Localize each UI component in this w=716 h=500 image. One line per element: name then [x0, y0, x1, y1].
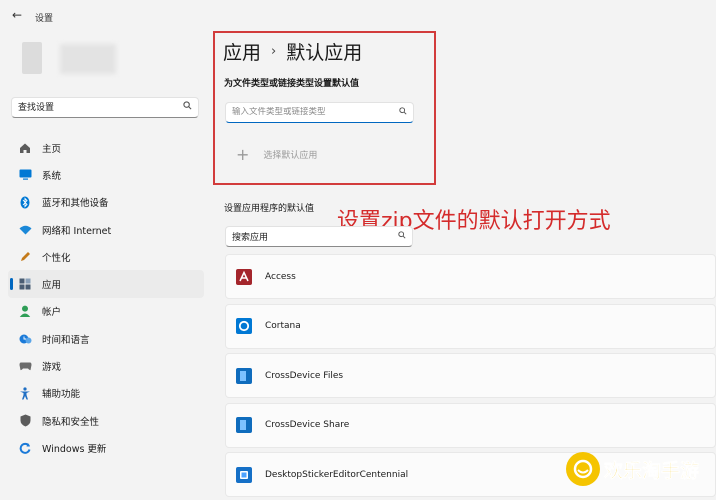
app-list-item[interactable]: CrossDevice Files: [225, 353, 716, 399]
active-indicator: [10, 278, 13, 291]
profile-name-blurred: [60, 44, 116, 74]
app-name: DesktopStickerEditorCentennial: [265, 469, 409, 480]
network-icon: [18, 223, 32, 237]
sidebar-item-label: Windows 更新: [42, 443, 107, 455]
sidebar-item-home[interactable]: 主页: [8, 134, 204, 161]
sidebar-item-label: 隐私和安全性: [42, 416, 100, 428]
sidebar-item-label: 游戏: [42, 362, 62, 374]
sidebar-item-time-language[interactable]: 时间和语言: [8, 325, 204, 352]
apps-icon: [18, 277, 32, 291]
home-icon: [18, 141, 32, 155]
sidebar-item-account[interactable]: 帐户: [8, 298, 204, 325]
app-search-box[interactable]: [225, 226, 413, 247]
title-bar: ← 设置: [0, 0, 716, 32]
account-icon: [18, 304, 32, 318]
sidebar-item-privacy-shield[interactable]: 隐私和安全性: [8, 407, 204, 434]
window-title: 设置: [35, 14, 54, 24]
bluetooth-icon: [18, 195, 32, 209]
app-list-item[interactable]: Access: [225, 254, 716, 299]
app-name: CrossDevice Share: [265, 420, 350, 431]
app-name: Cortana: [265, 321, 301, 332]
time-language-icon: [18, 332, 32, 346]
sidebar-item-label: 时间和语言: [42, 334, 90, 346]
sidebar-item-personalization[interactable]: 个性化: [8, 243, 204, 270]
sidebar-item-network[interactable]: 网络和 Internet: [8, 216, 204, 243]
sidebar-item-label: 辅助功能: [42, 389, 81, 401]
watermark: 欢乐淘手游: [566, 452, 699, 486]
back-button[interactable]: ←: [8, 6, 26, 24]
sidebar-item-system[interactable]: 系统: [8, 161, 204, 188]
accessibility-icon: [18, 386, 32, 400]
sidebar-item-label: 帐户: [42, 307, 62, 319]
watermark-text: 欢乐淘手游: [604, 459, 700, 482]
app-search-input[interactable]: [232, 231, 392, 241]
highlight-annotation-box: [213, 31, 436, 185]
sidebar-item-apps[interactable]: 应用: [8, 270, 204, 298]
personalization-icon: [18, 250, 32, 264]
app-defaults-section-label: 设置应用程序的默认值: [224, 204, 315, 214]
gaming-icon: [18, 359, 32, 373]
app-name: Access: [265, 271, 296, 282]
sidebar-nav: 主页系统蓝牙和其他设备 网络和 Internet 个性化应用帐户时间和语言游戏辅助功…: [8, 134, 204, 462]
privacy-shield-icon: [18, 414, 32, 428]
app-list-item[interactable]: Cortana: [225, 303, 716, 349]
sidebar-item-label: 个性化: [42, 252, 71, 264]
crossdevice-share-icon: [236, 417, 252, 434]
search-icon[interactable]: [398, 231, 406, 241]
sidebar-item-gaming[interactable]: 游戏: [8, 352, 204, 379]
sidebar-item-label: 蓝牙和其他设备: [42, 198, 109, 210]
system-icon: [18, 168, 32, 182]
search-icon[interactable]: [183, 101, 192, 113]
sidebar-item-windows-update[interactable]: Windows 更新: [8, 434, 204, 461]
sidebar-item-label: 网络和 Internet: [42, 225, 112, 237]
crossdevice-files-icon: [236, 367, 252, 384]
settings-search-input[interactable]: [18, 101, 178, 111]
windows-update-icon: [18, 441, 32, 455]
sidebar-item-label: 应用: [42, 280, 62, 292]
sidebar-item-label: 系统: [42, 170, 62, 182]
app-list-item[interactable]: CrossDevice Share: [225, 402, 716, 448]
sidebar-item-label: 主页: [42, 143, 62, 155]
sticker-editor-icon: [236, 466, 252, 483]
app-name: CrossDevice Files: [265, 370, 344, 381]
access-icon: [236, 268, 252, 285]
watermark-logo-icon: [566, 452, 600, 486]
avatar[interactable]: [22, 42, 42, 74]
settings-search-box[interactable]: [11, 97, 199, 118]
sidebar-item-bluetooth[interactable]: 蓝牙和其他设备: [8, 189, 204, 216]
cortana-icon: [236, 318, 252, 335]
sidebar-item-accessibility[interactable]: 辅助功能: [8, 380, 204, 407]
